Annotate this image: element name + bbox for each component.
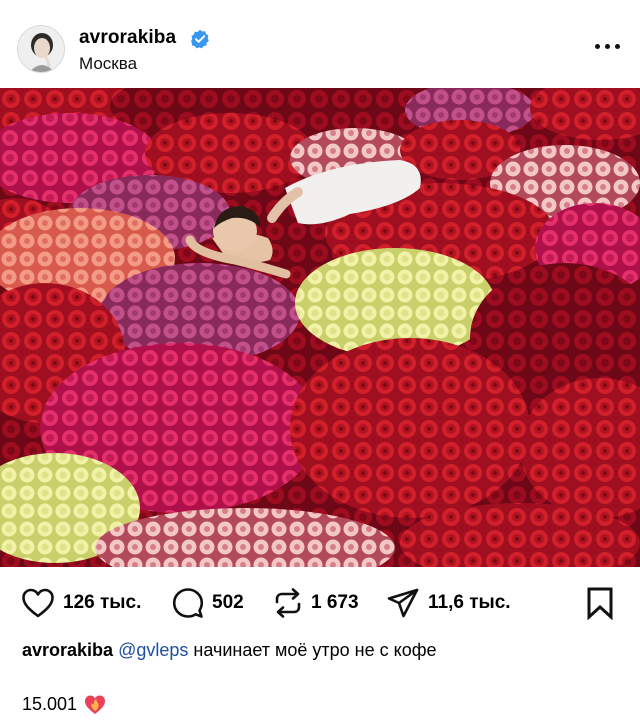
caption-mention[interactable]: @gvleps xyxy=(118,640,188,660)
action-bar: 126 тыс. 502 1 673 11,6 тыс. xyxy=(0,578,640,628)
heart-fire-emoji xyxy=(85,695,106,714)
post-photo xyxy=(0,88,640,567)
post-caption: avrorakiba @gvleps начинает моё утро не … xyxy=(22,640,437,661)
post-media[interactable] xyxy=(0,88,640,567)
verified-badge-icon xyxy=(191,29,209,49)
post-date: 15.001 xyxy=(22,692,107,716)
share-count[interactable]: 11,6 тыс. xyxy=(428,592,511,614)
bookmark-icon[interactable] xyxy=(585,586,615,620)
post-date-text: 15.001 xyxy=(22,693,78,714)
comment-count[interactable]: 502 xyxy=(212,592,244,614)
caption-username[interactable]: avrorakiba xyxy=(22,640,113,660)
post-username[interactable]: avrorakiba xyxy=(79,27,176,49)
post-header: avrorakiba Москва xyxy=(0,0,640,88)
like-count[interactable]: 126 тыс. xyxy=(63,592,141,614)
like-button[interactable]: 126 тыс. xyxy=(21,587,141,619)
caption-text: начинает моё утро не с кофе xyxy=(193,640,437,660)
repost-button[interactable]: 1 673 xyxy=(273,587,359,619)
repost-count[interactable]: 1 673 xyxy=(311,592,359,614)
heart-icon xyxy=(22,588,54,618)
repost-icon xyxy=(275,588,301,618)
avatar[interactable] xyxy=(17,25,65,73)
paper-plane-icon xyxy=(387,588,419,618)
comment-button[interactable]: 502 xyxy=(172,587,244,619)
share-button[interactable]: 11,6 тыс. xyxy=(386,587,511,619)
more-options-icon[interactable] xyxy=(590,34,624,58)
comment-icon xyxy=(172,588,204,618)
post-location[interactable]: Москва xyxy=(79,54,137,74)
